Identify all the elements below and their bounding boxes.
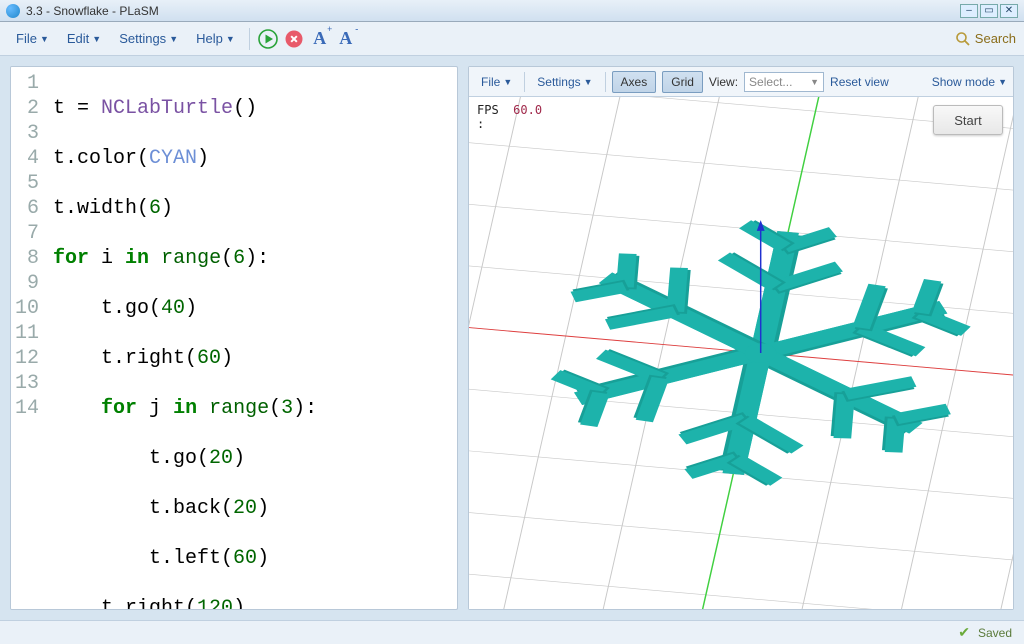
maximize-button[interactable]: ▭: [980, 4, 998, 18]
view-select[interactable]: Select...▼: [744, 72, 824, 92]
search-label: Search: [975, 31, 1016, 46]
app-icon: [6, 4, 20, 18]
menubar: File▼ Edit▼ Settings▼ Help▼ A+ A- Search: [0, 22, 1024, 56]
edit-menu[interactable]: Edit▼: [59, 27, 109, 50]
statusbar: ✔ Saved: [0, 620, 1024, 644]
line-gutter: 1234567891011121314: [11, 67, 47, 610]
font-increase-icon[interactable]: A+: [308, 27, 332, 51]
divider: [249, 28, 250, 50]
axes-toggle[interactable]: Axes: [612, 71, 657, 93]
viewer-settings-menu[interactable]: Settings▼: [531, 72, 598, 92]
viewer-panel: File▼ Settings▼ Axes Grid View: Select..…: [468, 66, 1014, 610]
titlebar: 3.3 - Snowflake - PLaSM – ▭ ✕: [0, 0, 1024, 22]
code-editor[interactable]: 1234567891011121314 t = NCLabTurtle() t.…: [10, 66, 458, 610]
stop-icon[interactable]: [282, 27, 306, 51]
search-icon: [955, 31, 971, 47]
run-icon[interactable]: [256, 27, 280, 51]
code-content[interactable]: t = NCLabTurtle() t.color(CYAN) t.width(…: [47, 67, 323, 610]
viewer-canvas[interactable]: FPS 60.0: Start: [469, 97, 1013, 609]
settings-menu[interactable]: Settings▼: [111, 27, 186, 50]
render-svg: [469, 97, 1013, 609]
search-button[interactable]: Search: [955, 31, 1016, 47]
start-button[interactable]: Start: [933, 105, 1003, 135]
reset-view-button[interactable]: Reset view: [830, 75, 889, 89]
viewer-toolbar: File▼ Settings▼ Axes Grid View: Select..…: [469, 67, 1013, 97]
minimize-button[interactable]: –: [960, 4, 978, 18]
fps-display: FPS 60.0:: [477, 103, 542, 131]
view-label: View:: [709, 75, 738, 89]
viewer-file-menu[interactable]: File▼: [475, 72, 518, 92]
show-mode-menu[interactable]: Show mode▼: [932, 75, 1007, 89]
grid-toggle[interactable]: Grid: [662, 71, 703, 93]
window-title: 3.3 - Snowflake - PLaSM: [26, 4, 159, 18]
font-decrease-icon[interactable]: A-: [334, 27, 358, 51]
help-menu[interactable]: Help▼: [188, 27, 243, 50]
check-icon: ✔: [958, 624, 970, 641]
window-buttons: – ▭ ✕: [960, 4, 1018, 18]
workspace: 1234567891011121314 t = NCLabTurtle() t.…: [0, 56, 1024, 620]
close-button[interactable]: ✕: [1000, 4, 1018, 18]
saved-label: Saved: [978, 626, 1012, 640]
file-menu[interactable]: File▼: [8, 27, 57, 50]
